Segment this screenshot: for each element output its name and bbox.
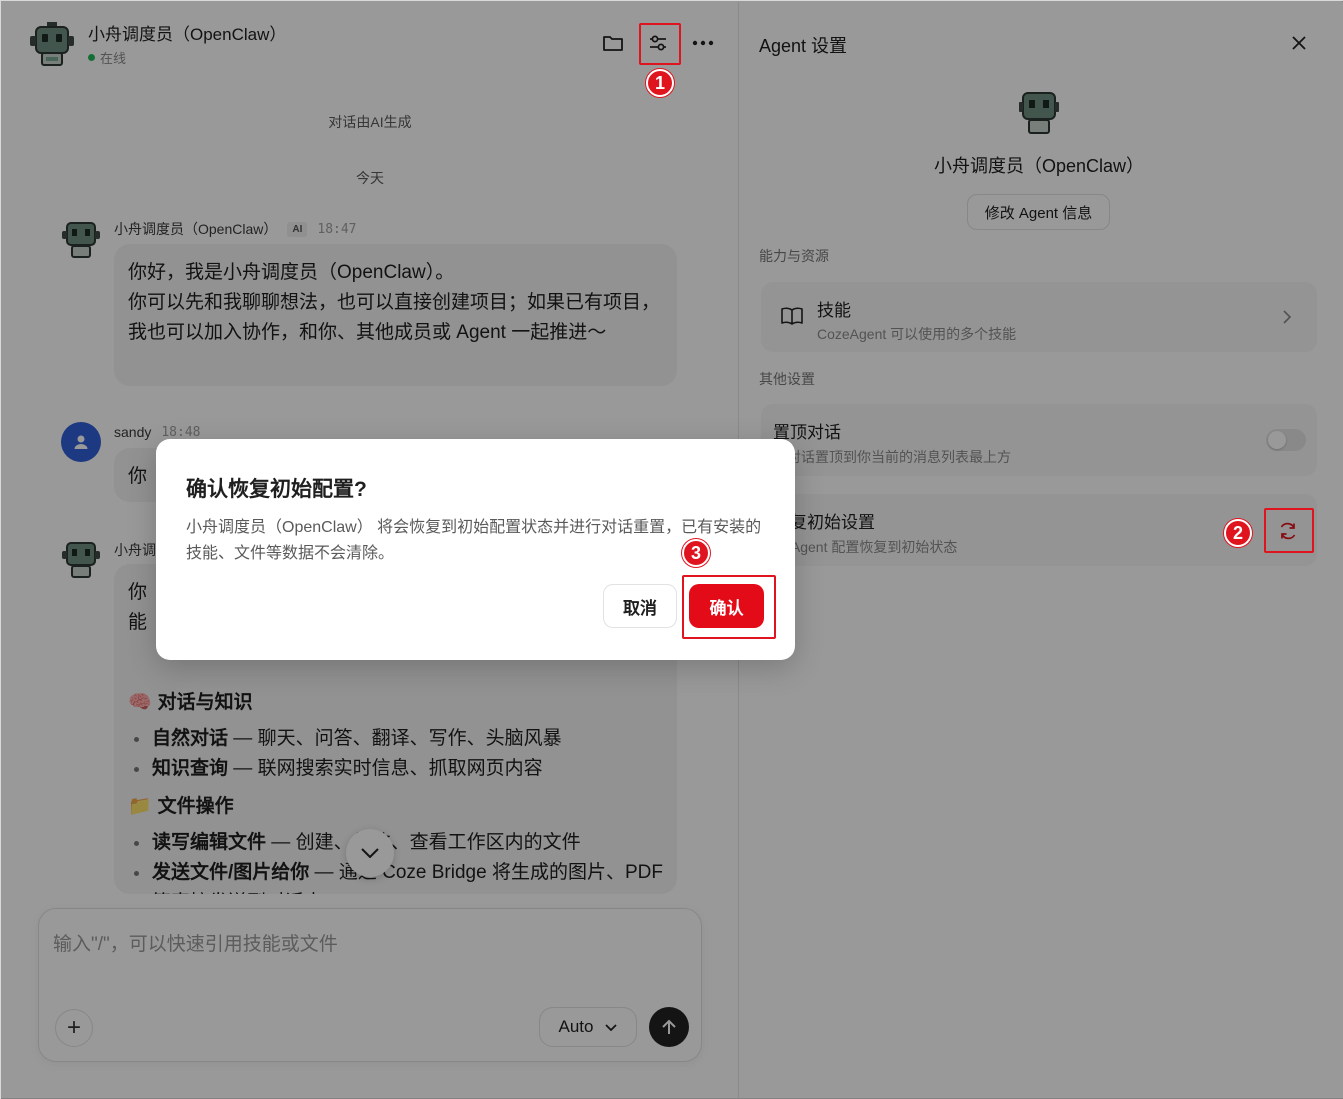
app-window: 小舟调度员（OpenClaw） 在线 对话由AI生成 今天 小舟调度员（Open… [0, 0, 1343, 1099]
annotation-box-step2 [1264, 508, 1314, 553]
annotation-box-step1 [639, 23, 681, 65]
confirm-reset-dialog: 确认恢复初始配置? 小舟调度员（OpenClaw） 将会恢复到初始配置状态并进行… [156, 439, 795, 660]
annotation-badge-step3: 3 [682, 539, 710, 567]
annotation-badge-step2: 2 [1224, 519, 1252, 547]
dialog-title: 确认恢复初始配置? [186, 478, 367, 501]
annotation-badge-step1: 1 [646, 69, 674, 97]
cancel-button[interactable]: 取消 [603, 584, 677, 628]
annotation-box-step3 [682, 575, 776, 639]
